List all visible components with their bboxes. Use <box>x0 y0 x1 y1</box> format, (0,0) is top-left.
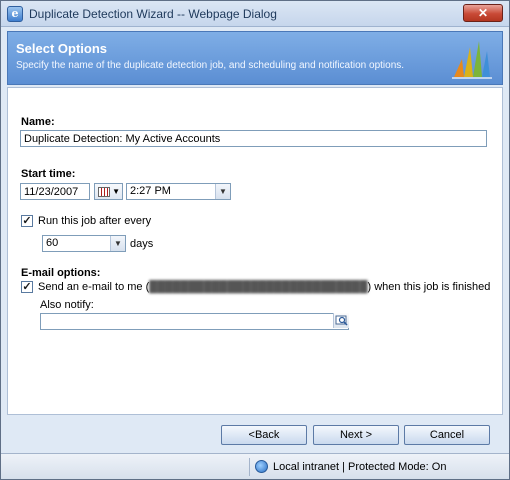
calendar-icon <box>98 187 110 197</box>
chevron-down-icon: ▼ <box>215 184 230 199</box>
also-notify-input[interactable] <box>40 313 349 330</box>
name-label: Name: <box>21 116 55 128</box>
name-input[interactable] <box>20 130 487 147</box>
status-bar: Local intranet | Protected Mode: On <box>1 453 509 479</box>
send-email-text-start: Send an e-mail to me ( <box>38 281 150 293</box>
interval-select[interactable]: 60 ▼ <box>42 235 126 252</box>
globe-icon <box>255 460 268 473</box>
cancel-button[interactable]: Cancel <box>404 425 490 445</box>
back-button[interactable]: <Back <box>221 425 307 445</box>
ie-app-icon: e <box>7 6 23 22</box>
start-time-value: 2:27 PM <box>130 185 171 197</box>
title-bar: e Duplicate Detection Wizard -- Webpage … <box>1 1 509 27</box>
send-email-text-end: ) when this job is finished <box>367 281 491 293</box>
also-notify-label: Also notify: <box>40 299 94 311</box>
options-panel: Name: Start time: ▼ 2:27 PM ▼ ✓ Run this… <box>7 87 503 415</box>
redacted-email-address: ████████████████████████████ <box>149 281 368 293</box>
calendar-button[interactable]: ▼ <box>94 183 123 200</box>
close-button[interactable]: ✕ <box>463 4 503 22</box>
security-zone-text: Local intranet | Protected Mode: On <box>273 461 447 473</box>
dynamics-logo <box>452 41 492 79</box>
start-time-label: Start time: <box>21 168 76 180</box>
lookup-icon <box>335 315 348 326</box>
email-options-label: E-mail options: <box>21 267 101 279</box>
send-email-label: Send an e-mail to me (██████████████████… <box>38 281 490 293</box>
page-title: Select Options <box>16 41 108 56</box>
dialog-window: e Duplicate Detection Wizard -- Webpage … <box>0 0 510 480</box>
send-email-checkbox[interactable]: ✓ <box>21 281 33 293</box>
wizard-header: Select Options Specify the name of the d… <box>7 31 503 85</box>
window-title: Duplicate Detection Wizard -- Webpage Di… <box>29 7 277 21</box>
next-button[interactable]: Next > <box>313 425 399 445</box>
start-time-select[interactable]: 2:27 PM ▼ <box>126 183 231 200</box>
interval-value: 60 <box>46 237 59 249</box>
run-job-label: Run this job after every <box>38 215 152 227</box>
status-divider <box>249 458 250 476</box>
run-job-checkbox[interactable]: ✓ <box>21 215 33 227</box>
start-date-input[interactable] <box>20 183 90 200</box>
also-notify-field <box>40 313 349 330</box>
chevron-down-icon: ▼ <box>110 236 125 251</box>
interval-unit-label: days <box>130 238 154 250</box>
page-subtitle: Specify the name of the duplicate detect… <box>16 60 405 71</box>
chevron-down-icon: ▼ <box>112 187 120 196</box>
lookup-button[interactable] <box>333 313 349 328</box>
